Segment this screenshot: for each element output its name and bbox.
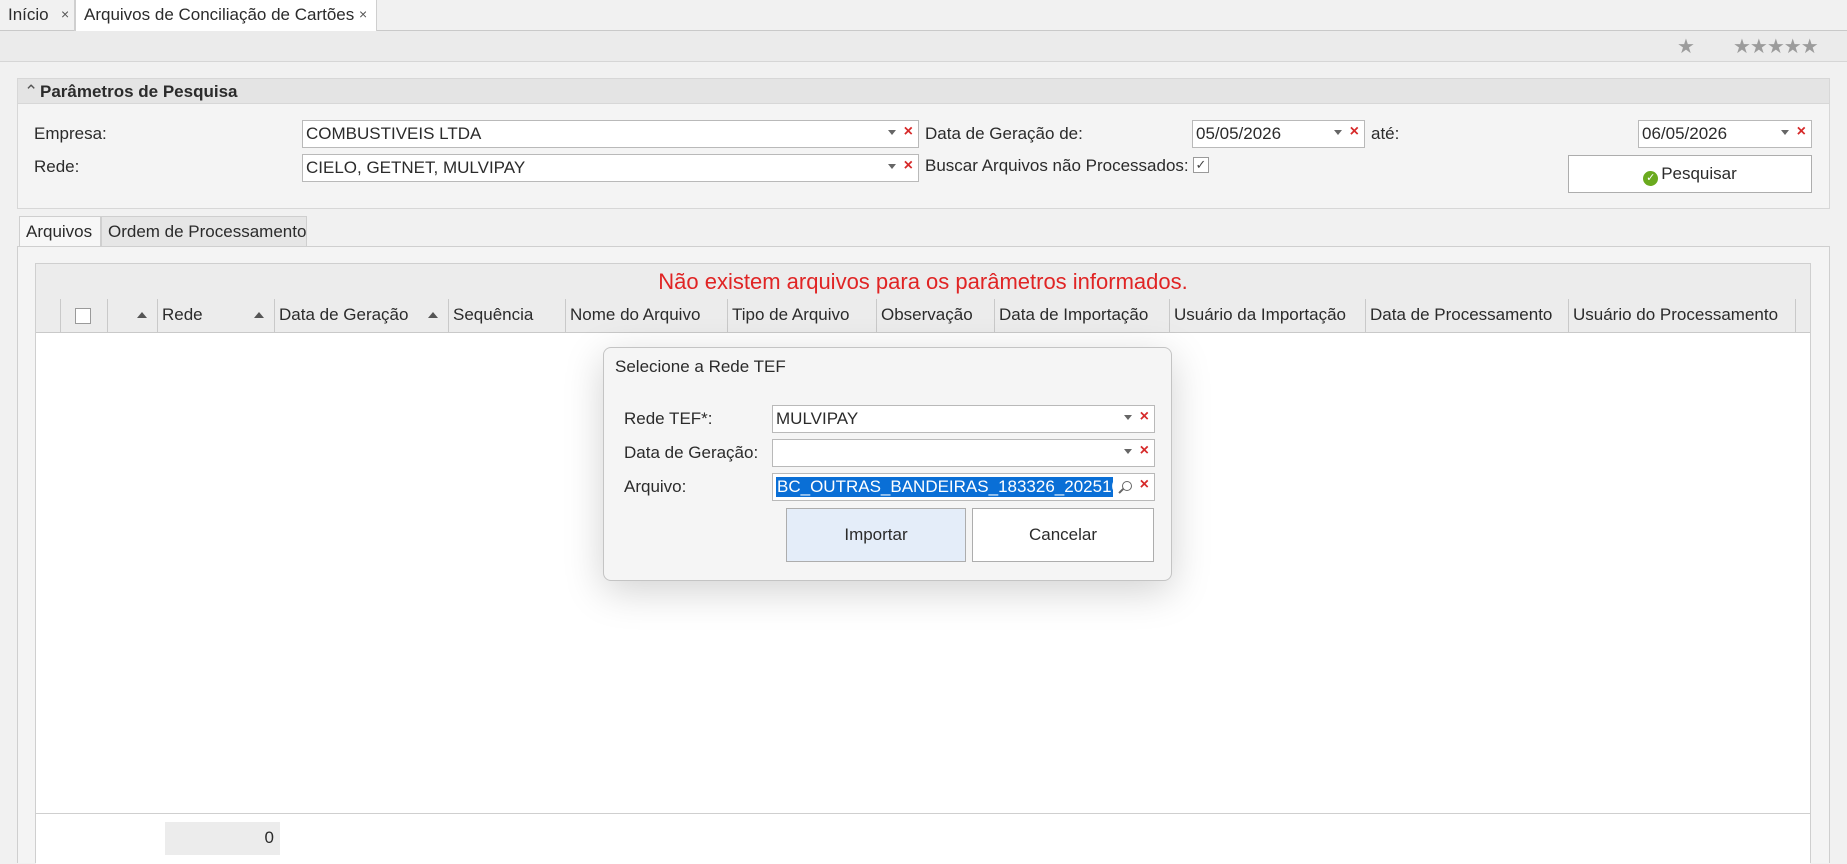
column-header-label: Data de Geração	[279, 305, 409, 324]
data-geracao-dialog-field[interactable]: ×	[772, 439, 1155, 467]
rede-value: CIELO, GETNET, MULVIPAY	[306, 158, 526, 177]
dropdown-arrow-icon[interactable]	[1334, 130, 1342, 135]
tab-ordem-processamento[interactable]: Ordem de Processamento	[101, 216, 307, 247]
select-rede-tef-dialog: Selecione a Rede TEF Rede TEF*: MULVIPAY…	[603, 347, 1172, 581]
cancelar-button[interactable]: Cancelar	[972, 508, 1154, 562]
sort-column[interactable]	[108, 299, 158, 332]
data-geracao-from-field[interactable]: 05/05/2026 ×	[1192, 120, 1365, 148]
column-header-label: Data de Processamento	[1370, 305, 1553, 324]
column-header-label: Rede	[162, 305, 203, 324]
nao-processados-label: Buscar Arquivos não Processados:	[925, 156, 1189, 175]
sort-ascending-icon[interactable]	[428, 312, 438, 318]
clear-x-icon[interactable]: ×	[904, 157, 913, 175]
document-tabstrip: Início × Arquivos de Conciliação de Cart…	[0, 0, 1847, 32]
rede-tef-label: Rede TEF*:	[624, 409, 713, 428]
arquivo-field[interactable]: BC_OUTRAS_BANDEIRAS_183326_202510 ×	[772, 473, 1155, 501]
favorites-bar: ★ ★★★★★	[0, 31, 1847, 62]
dropdown-arrow-icon[interactable]	[1781, 130, 1789, 135]
close-icon[interactable]: ×	[61, 6, 69, 22]
grid-footer-row: 0	[36, 813, 1810, 864]
clear-x-icon[interactable]: ×	[1140, 408, 1149, 426]
column-nome-arquivo[interactable]: Nome do Arquivo	[566, 299, 728, 332]
ate-label: até:	[1371, 124, 1400, 143]
select-all-column	[61, 299, 108, 332]
cancelar-label: Cancelar	[1028, 525, 1098, 544]
tab-arquivos[interactable]: Arquivos	[19, 216, 101, 248]
check-circle-icon: ✓	[1643, 171, 1659, 186]
rating-stars-icon[interactable]: ★★★★★	[1733, 34, 1819, 59]
column-header-label: Sequência	[453, 305, 534, 324]
importar-label: Importar	[844, 525, 908, 544]
sort-ascending-icon[interactable]	[254, 312, 264, 318]
chevron-up-icon[interactable]: ⌃	[24, 82, 40, 102]
dropdown-arrow-icon[interactable]	[1124, 415, 1132, 420]
column-observacao[interactable]: Observação	[877, 299, 995, 332]
tab-inicio[interactable]: Início ×	[0, 0, 75, 31]
importar-button[interactable]: Importar	[786, 508, 966, 562]
column-header-label: Data de Importação	[999, 305, 1149, 324]
arquivo-label: Arquivo:	[624, 477, 687, 496]
rede-field[interactable]: CIELO, GETNET, MULVIPAY ×	[302, 154, 919, 182]
tab-inicio-label: Início	[8, 5, 49, 24]
tab-arquivos-conciliacao-label: Arquivos de Conciliação de Cartões	[84, 5, 355, 24]
clear-x-icon[interactable]: ×	[1797, 123, 1806, 141]
row-indicator-column	[36, 299, 61, 332]
clear-x-icon[interactable]: ×	[904, 123, 913, 141]
column-tipo-arquivo[interactable]: Tipo de Arquivo	[728, 299, 877, 332]
tab-arquivos-conciliacao[interactable]: Arquivos de Conciliação de Cartões ×	[75, 0, 377, 32]
column-usuario-processamento[interactable]: Usuário do Processamento	[1569, 299, 1796, 332]
column-header-label: Usuário do Processamento	[1573, 305, 1779, 324]
dropdown-arrow-icon[interactable]	[888, 164, 896, 169]
clear-x-icon[interactable]: ×	[1350, 123, 1359, 141]
rede-tef-value: MULVIPAY	[776, 409, 859, 428]
star-icon[interactable]: ★	[1677, 34, 1695, 59]
nao-processados-checkbox[interactable]: ✓	[1193, 157, 1209, 173]
column-header-label: Tipo de Arquivo	[732, 305, 850, 324]
empresa-value: COMBUSTIVEIS LTDA	[306, 124, 482, 143]
grid-header-row: Rede Data de Geração Sequência Nome do A…	[36, 299, 1810, 333]
record-count: 0	[165, 822, 280, 855]
clear-x-icon[interactable]: ×	[1140, 442, 1149, 460]
tab-arquivos-label: Arquivos	[26, 222, 93, 241]
clear-x-icon[interactable]: ×	[1140, 476, 1149, 494]
dropdown-arrow-icon[interactable]	[1124, 449, 1132, 454]
tab-ordem-processamento-label: Ordem de Processamento	[108, 222, 307, 241]
rede-label: Rede:	[34, 157, 80, 176]
search-parameters-panel: ⌃ Parâmetros de Pesquisa	[17, 78, 1830, 209]
pesquisar-label: Pesquisar	[1661, 164, 1737, 183]
column-header-label: Observação	[881, 305, 973, 324]
sort-ascending-icon[interactable]	[137, 312, 147, 318]
column-header-label: Usuário da Importação	[1174, 305, 1346, 324]
empresa-field[interactable]: COMBUSTIVEIS LTDA ×	[302, 120, 919, 148]
pesquisar-button[interactable]: ✓ Pesquisar	[1568, 155, 1812, 193]
empresa-label: Empresa:	[34, 124, 107, 143]
search-icon[interactable]	[1122, 481, 1132, 491]
column-data-geracao[interactable]: Data de Geração	[275, 299, 449, 332]
dialog-title: Selecione a Rede TEF	[615, 357, 786, 376]
empty-message: Não existem arquivos para os parâmetros …	[36, 264, 1810, 299]
data-geracao-from-value: 05/05/2026	[1196, 124, 1282, 143]
column-sequencia[interactable]: Sequência	[449, 299, 566, 332]
data-geracao-label: Data de Geração de:	[925, 124, 1083, 143]
select-all-checkbox[interactable]	[75, 308, 91, 324]
panel-title: Parâmetros de Pesquisa	[40, 82, 238, 101]
column-usuario-importacao[interactable]: Usuário da Importação	[1170, 299, 1366, 332]
panel-header[interactable]: ⌃ Parâmetros de Pesquisa	[18, 79, 1829, 104]
data-geracao-dialog-label: Data de Geração:	[624, 443, 759, 462]
dropdown-arrow-icon[interactable]	[888, 130, 896, 135]
rede-tef-field[interactable]: MULVIPAY ×	[772, 405, 1155, 433]
column-header-label: Nome do Arquivo	[570, 305, 701, 324]
data-geracao-to-field[interactable]: 06/05/2026 ×	[1638, 120, 1812, 148]
column-rede[interactable]: Rede	[158, 299, 275, 332]
arquivo-value: BC_OUTRAS_BANDEIRAS_183326_202510	[776, 477, 1113, 497]
column-data-processamento[interactable]: Data de Processamento	[1366, 299, 1569, 332]
close-icon[interactable]: ×	[359, 6, 367, 22]
data-geracao-to-value: 06/05/2026	[1642, 124, 1728, 143]
column-data-importacao[interactable]: Data de Importação	[995, 299, 1170, 332]
